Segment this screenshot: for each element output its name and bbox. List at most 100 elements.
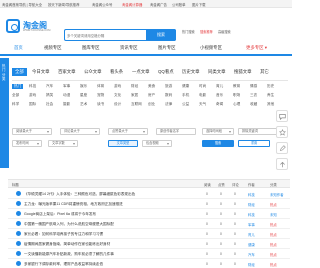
tag-item[interactable]: 情感 (250, 84, 257, 89)
row-title[interactable]: 《华硕灵耀14 2代》入手体验：三种颜色可选，屏幕细腻色彩表现出色 (24, 192, 194, 197)
search-input[interactable] (67, 32, 145, 39)
tag-item[interactable]: 体育 (97, 84, 104, 89)
filter-exclude-keyword[interactable]: 排除关键词 (238, 128, 278, 135)
tag-item[interactable]: 育儿 (216, 84, 223, 89)
tag-item[interactable]: 科技 (29, 84, 36, 89)
sidebar-label[interactable]: 热门分类 (2, 64, 7, 82)
tag-item[interactable]: 音乐 (216, 93, 223, 98)
tag-item[interactable]: 创业 (148, 102, 155, 107)
filter-author[interactable]: 原创作者名字 (156, 128, 196, 135)
tag-item[interactable]: 游戏 (29, 93, 36, 98)
table-row[interactable]: Google商店上架后：Pixel 6a 或将于今年发布 0 0 0 科技 未知 (8, 209, 290, 219)
column-header[interactable]: 阅读 (204, 182, 211, 187)
filter-read-count[interactable]: 阅读量大于 (12, 128, 52, 135)
row-author[interactable]: 健康 (248, 242, 255, 247)
tag-item[interactable]: 健康 (182, 84, 189, 89)
row-author[interactable]: 财经 (248, 202, 255, 207)
row-author[interactable]: 汽车 (248, 252, 255, 257)
tag-item[interactable]: 读书 (97, 102, 104, 107)
tag-item[interactable]: 搞笑 (46, 93, 53, 98)
category-item[interactable]: 一点文章 (132, 69, 150, 75)
category-item[interactable]: 今日文章 (32, 69, 50, 75)
tag-item[interactable]: 摄影 (63, 102, 70, 107)
row-category[interactable]: 未知作者 (270, 192, 284, 197)
row-category[interactable]: 未知 (270, 212, 277, 217)
filter-word-count[interactable]: 文章字数 (48, 140, 78, 147)
filter-has-video[interactable]: 包含视频 (142, 140, 172, 147)
column-header[interactable]: 评论 (232, 182, 239, 187)
nav-item-home[interactable]: 首页 (14, 45, 23, 51)
feedback-button[interactable] (276, 142, 288, 154)
tag-item[interactable]: 家居 (131, 93, 138, 98)
category-item[interactable]: 历史文章 (182, 69, 200, 75)
category-item[interactable]: 其它 (260, 69, 269, 75)
tag-item[interactable]: 奇闻 (216, 102, 223, 107)
row-title[interactable]: Google商店上架后：Pixel 6a 或将于今年发布 (24, 212, 194, 217)
nav-item-short-video[interactable]: 小视频专区 (200, 45, 222, 51)
category-item[interactable]: 同类文章 (208, 69, 226, 75)
tag-item[interactable]: 电影 (199, 93, 206, 98)
tag-item[interactable]: 艺术 (80, 102, 87, 107)
row-author[interactable]: 科技 (248, 212, 255, 217)
column-header[interactable]: 标题 (12, 182, 19, 187)
tag-item[interactable]: 三农 (250, 93, 257, 98)
search-button[interactable]: 搜索 (146, 29, 176, 41)
category-item[interactable]: 百家文章 (58, 69, 76, 75)
top-link[interactable]: 淘金阁公众号 (92, 2, 112, 7)
nav-item-gallery[interactable]: 图库专区 (82, 45, 100, 51)
back-to-top-button[interactable] (276, 158, 288, 170)
top-link[interactable]: 公司账单 (172, 2, 186, 7)
tag-item[interactable]: 科学 (12, 102, 19, 107)
tag-item[interactable]: 军事 (63, 84, 70, 89)
tag-item[interactable]: 财经 (131, 84, 138, 89)
row-category[interactable]: 热点 (270, 232, 277, 237)
table-row[interactable]: 主力龙：曝光版苹果11 CDR将重磅亮相，地方政府正加速推进 0 0 0 财经 … (8, 199, 290, 209)
nav-item-more[interactable]: 更多专区 ▾ (246, 45, 267, 51)
row-category[interactable]: 热点 (270, 222, 277, 227)
category-item[interactable]: 公众文章 (84, 69, 102, 75)
row-title[interactable]: 主力龙：曝光版苹果11 CDR将重磅亮相，地方政府正加速推进 (24, 202, 194, 207)
table-row[interactable]: 多家银行下调存款利率，理财产品收益率持续走低 0 0 0 财经 热点 (8, 259, 290, 268)
row-author[interactable]: 军事 (248, 222, 255, 227)
table-row[interactable]: 家长必看：如何科学培养孩子的专注力和学习习惯 0 0 0 育儿 热点 (8, 229, 290, 239)
tag-item[interactable]: 娱乐 (80, 84, 87, 89)
category-item[interactable]: QQ看点 (158, 69, 174, 75)
header-tag[interactable]: 热门搜索 (182, 29, 195, 34)
tag-item[interactable]: 汽车 (46, 84, 53, 89)
header-tag[interactable]: 搜索推荐 (200, 29, 213, 34)
tag-item[interactable]: 心理 (233, 102, 240, 107)
column-header[interactable]: 点赞 (218, 182, 225, 187)
top-link[interactable]: 图片下载 (192, 2, 206, 7)
tag-item[interactable]: 宠物 (97, 93, 104, 98)
tag-item[interactable]: 热门 (12, 84, 24, 89)
tag-item[interactable]: 美食 (148, 84, 155, 89)
tag-item[interactable]: 法律 (165, 102, 172, 107)
row-author[interactable]: 育儿 (248, 232, 255, 237)
row-category[interactable]: 热点 (270, 202, 277, 207)
header-tag[interactable]: 高级搜索 (218, 29, 231, 34)
row-author[interactable]: 科技 (248, 192, 255, 197)
tag-item[interactable]: 设计 (114, 102, 121, 107)
column-header[interactable]: 作者 (248, 182, 255, 187)
row-title[interactable]: 疫情期间居家健身指南，简单动作在家也能练出好身材 (24, 242, 194, 247)
row-title[interactable]: 一文读懂新能源汽车补贴新政，购车前必须了解的几件事 (24, 252, 194, 257)
tag-item[interactable]: 天气 (199, 102, 206, 107)
category-item[interactable]: 全部 (12, 68, 27, 76)
row-category[interactable]: 热点 (270, 242, 277, 247)
site-logo[interactable]: 淘金阁 WWW.TAOJINGE.COM (6, 19, 52, 35)
tag-item[interactable]: 星座 (80, 93, 87, 98)
tag-item[interactable]: 社会 (46, 102, 53, 107)
table-row[interactable]: 疫情期间居家健身指南，简单动作在家也能练出好身材 0 0 0 健康 热点 (8, 239, 290, 249)
category-item[interactable]: 看头条 (110, 69, 123, 75)
tag-item[interactable]: 公益 (182, 102, 189, 107)
filter-article-type[interactable]: 文章类型 (108, 140, 138, 147)
filter-like-count[interactable]: 点赞量大于 (108, 128, 148, 135)
tag-item[interactable]: 旅游 (165, 84, 172, 89)
filter-publish-time[interactable]: 发布时间 (12, 140, 42, 147)
nav-item-news[interactable]: 资讯专区 (120, 45, 138, 51)
top-link[interactable]: 淘金阁广告 (150, 2, 167, 7)
row-title[interactable]: 家长必看：如何科学培养孩子的专注力和学习习惯 (24, 232, 194, 237)
tag-item[interactable]: 时尚 (199, 84, 206, 89)
filter-reset-button[interactable]: 重置 (238, 140, 270, 147)
tag-item[interactable]: 房产 (148, 93, 155, 98)
